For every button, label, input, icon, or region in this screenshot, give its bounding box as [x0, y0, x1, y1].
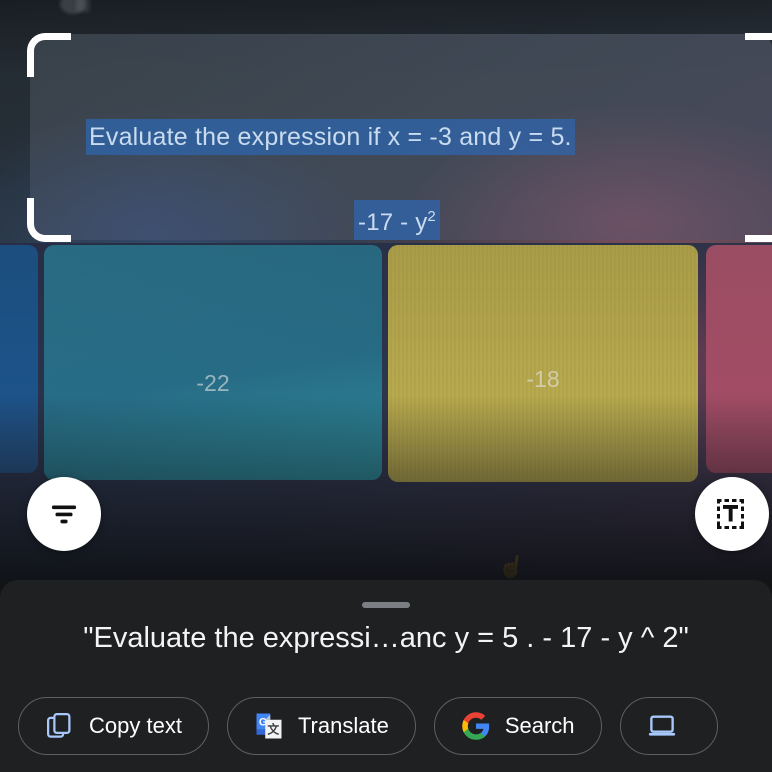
answer-card-teal[interactable]: -22: [44, 245, 382, 480]
pointer-hand-cursor-icon: ☝: [496, 552, 528, 580]
answer-card-partial-left[interactable]: [0, 245, 38, 473]
search-label: Search: [504, 713, 575, 738]
filter-lines-icon: [51, 505, 77, 524]
google-g-icon: [462, 712, 490, 740]
answer-cards-strip: -22 -18 ☝: [0, 243, 772, 580]
ocr-text-line-2[interactable]: -17 - y2: [355, 201, 439, 239]
send-to-computer-icon: [648, 715, 675, 736]
answer-card-partial-right[interactable]: [706, 245, 772, 473]
copy-text-label: Copy text: [89, 713, 182, 738]
ocr-text-line-1[interactable]: Evaluate the expression if x = -3 and y …: [87, 120, 574, 154]
ocr-text-line-2-base: -17 - y: [358, 209, 428, 236]
send-to-computer-button[interactable]: [619, 697, 718, 755]
sheet-drag-handle[interactable]: [362, 602, 410, 608]
ocr-text-line-2-exponent: 2: [427, 208, 436, 225]
status-ghost-glyph-icon: [76, 0, 90, 12]
select-text-fab-button[interactable]: [695, 477, 769, 551]
answer-card-yellow[interactable]: -18: [388, 245, 698, 482]
copy-icon: [47, 713, 71, 738]
action-chip-row: Copy text G 文 Translate Search: [18, 697, 718, 755]
camera-capture-area[interactable]: Evaluate the expression if x = -3 and y …: [0, 0, 772, 580]
answer-card-yellow-label: -18: [526, 366, 560, 392]
recognized-text-label: "Evaluate the expressi…anc y = 5 . - 17 …: [83, 622, 689, 654]
translate-button[interactable]: G 文 Translate: [226, 697, 416, 755]
crop-corner-top-right-icon[interactable]: [745, 33, 772, 77]
select-text-icon: [717, 499, 744, 529]
translate-label: Translate: [297, 713, 389, 738]
search-button[interactable]: Search: [433, 697, 602, 755]
copy-text-button[interactable]: Copy text: [18, 697, 209, 755]
crop-corner-top-left-icon[interactable]: [27, 33, 71, 77]
google-lens-screen: Evaluate the expression if x = -3 and y …: [0, 0, 772, 772]
crop-corner-bottom-right-icon[interactable]: [745, 198, 772, 242]
google-translate-icon: G 文: [256, 713, 282, 739]
svg-text:文: 文: [267, 723, 279, 737]
detected-text-panel[interactable]: Evaluate the expression if x = -3 and y …: [30, 34, 772, 240]
filter-fab-button[interactable]: [27, 477, 101, 551]
answer-card-teal-label: -22: [196, 370, 230, 396]
crop-corner-bottom-left-icon[interactable]: [27, 198, 71, 242]
